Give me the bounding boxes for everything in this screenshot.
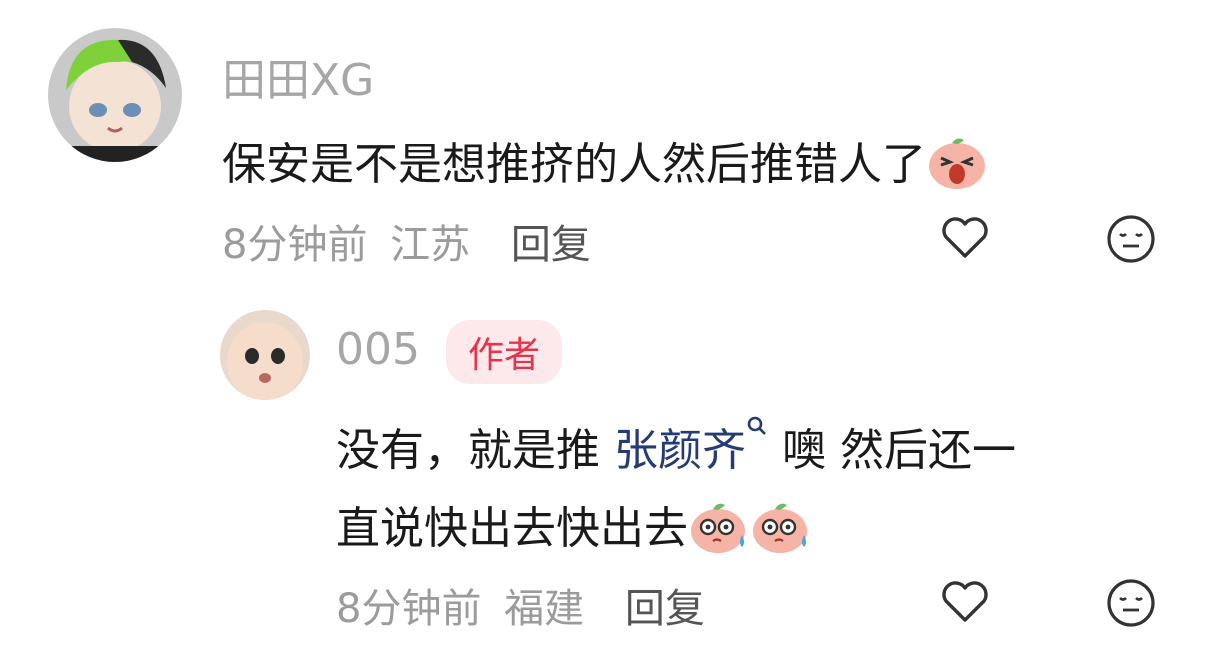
comment-text: 没有，就是推 张颜齐 噢 然后还一	[336, 414, 1016, 478]
like-button[interactable]	[938, 210, 992, 264]
heart-outline-icon	[942, 581, 988, 622]
mention-link[interactable]: 张颜齐	[614, 416, 768, 476]
comment-body: 保安是不是想推挤的人然后推错人了	[222, 139, 926, 190]
comment-item: 田田XG 保安是不是想推挤的人然后推错人了 8分钟前 江苏 回复	[0, 0, 1206, 290]
comment-text-line2: 直说快出去快出去	[336, 492, 812, 566]
search-icon	[746, 416, 768, 476]
comment-text: 保安是不是想推挤的人然后推错人了	[222, 128, 988, 201]
screaming-peach-emoji	[926, 134, 988, 201]
location: 江苏	[390, 222, 471, 268]
comment-body-line2: 直说快出去快出去	[336, 503, 688, 554]
comment-body: 没有，就是推	[336, 425, 600, 476]
heart-outline-icon	[942, 217, 988, 258]
mention-text: 张颜齐	[614, 425, 746, 476]
like-button[interactable]	[938, 574, 992, 628]
sweating-peach-emoji	[688, 497, 750, 566]
timestamp: 8分钟前	[222, 222, 368, 268]
meh-face-icon	[1107, 215, 1155, 263]
comment-meta: 8分钟前 福建 回复	[336, 576, 705, 634]
comment-body-cont: 噢 然后还一	[782, 425, 1016, 476]
reply-button[interactable]: 回复	[511, 222, 591, 268]
username[interactable]: 005	[336, 324, 420, 375]
dislike-button[interactable]	[1104, 212, 1158, 266]
author-badge: 作者	[446, 320, 563, 384]
username[interactable]: 田田XG	[222, 44, 374, 108]
dislike-button[interactable]	[1104, 576, 1158, 630]
avatar[interactable]	[220, 310, 310, 400]
avatar[interactable]	[48, 28, 182, 162]
sweating-peach-emoji	[750, 497, 812, 566]
location: 福建	[504, 586, 585, 632]
meh-face-icon	[1107, 579, 1155, 627]
reply-button[interactable]: 回复	[625, 586, 705, 632]
reply-item: 005 作者 没有，就是推 张颜齐 噢 然后还一 直说快出去快出去 8分钟前 福…	[0, 290, 1206, 655]
timestamp: 8分钟前	[336, 586, 482, 632]
comment-meta: 8分钟前 江苏 回复	[222, 212, 591, 270]
